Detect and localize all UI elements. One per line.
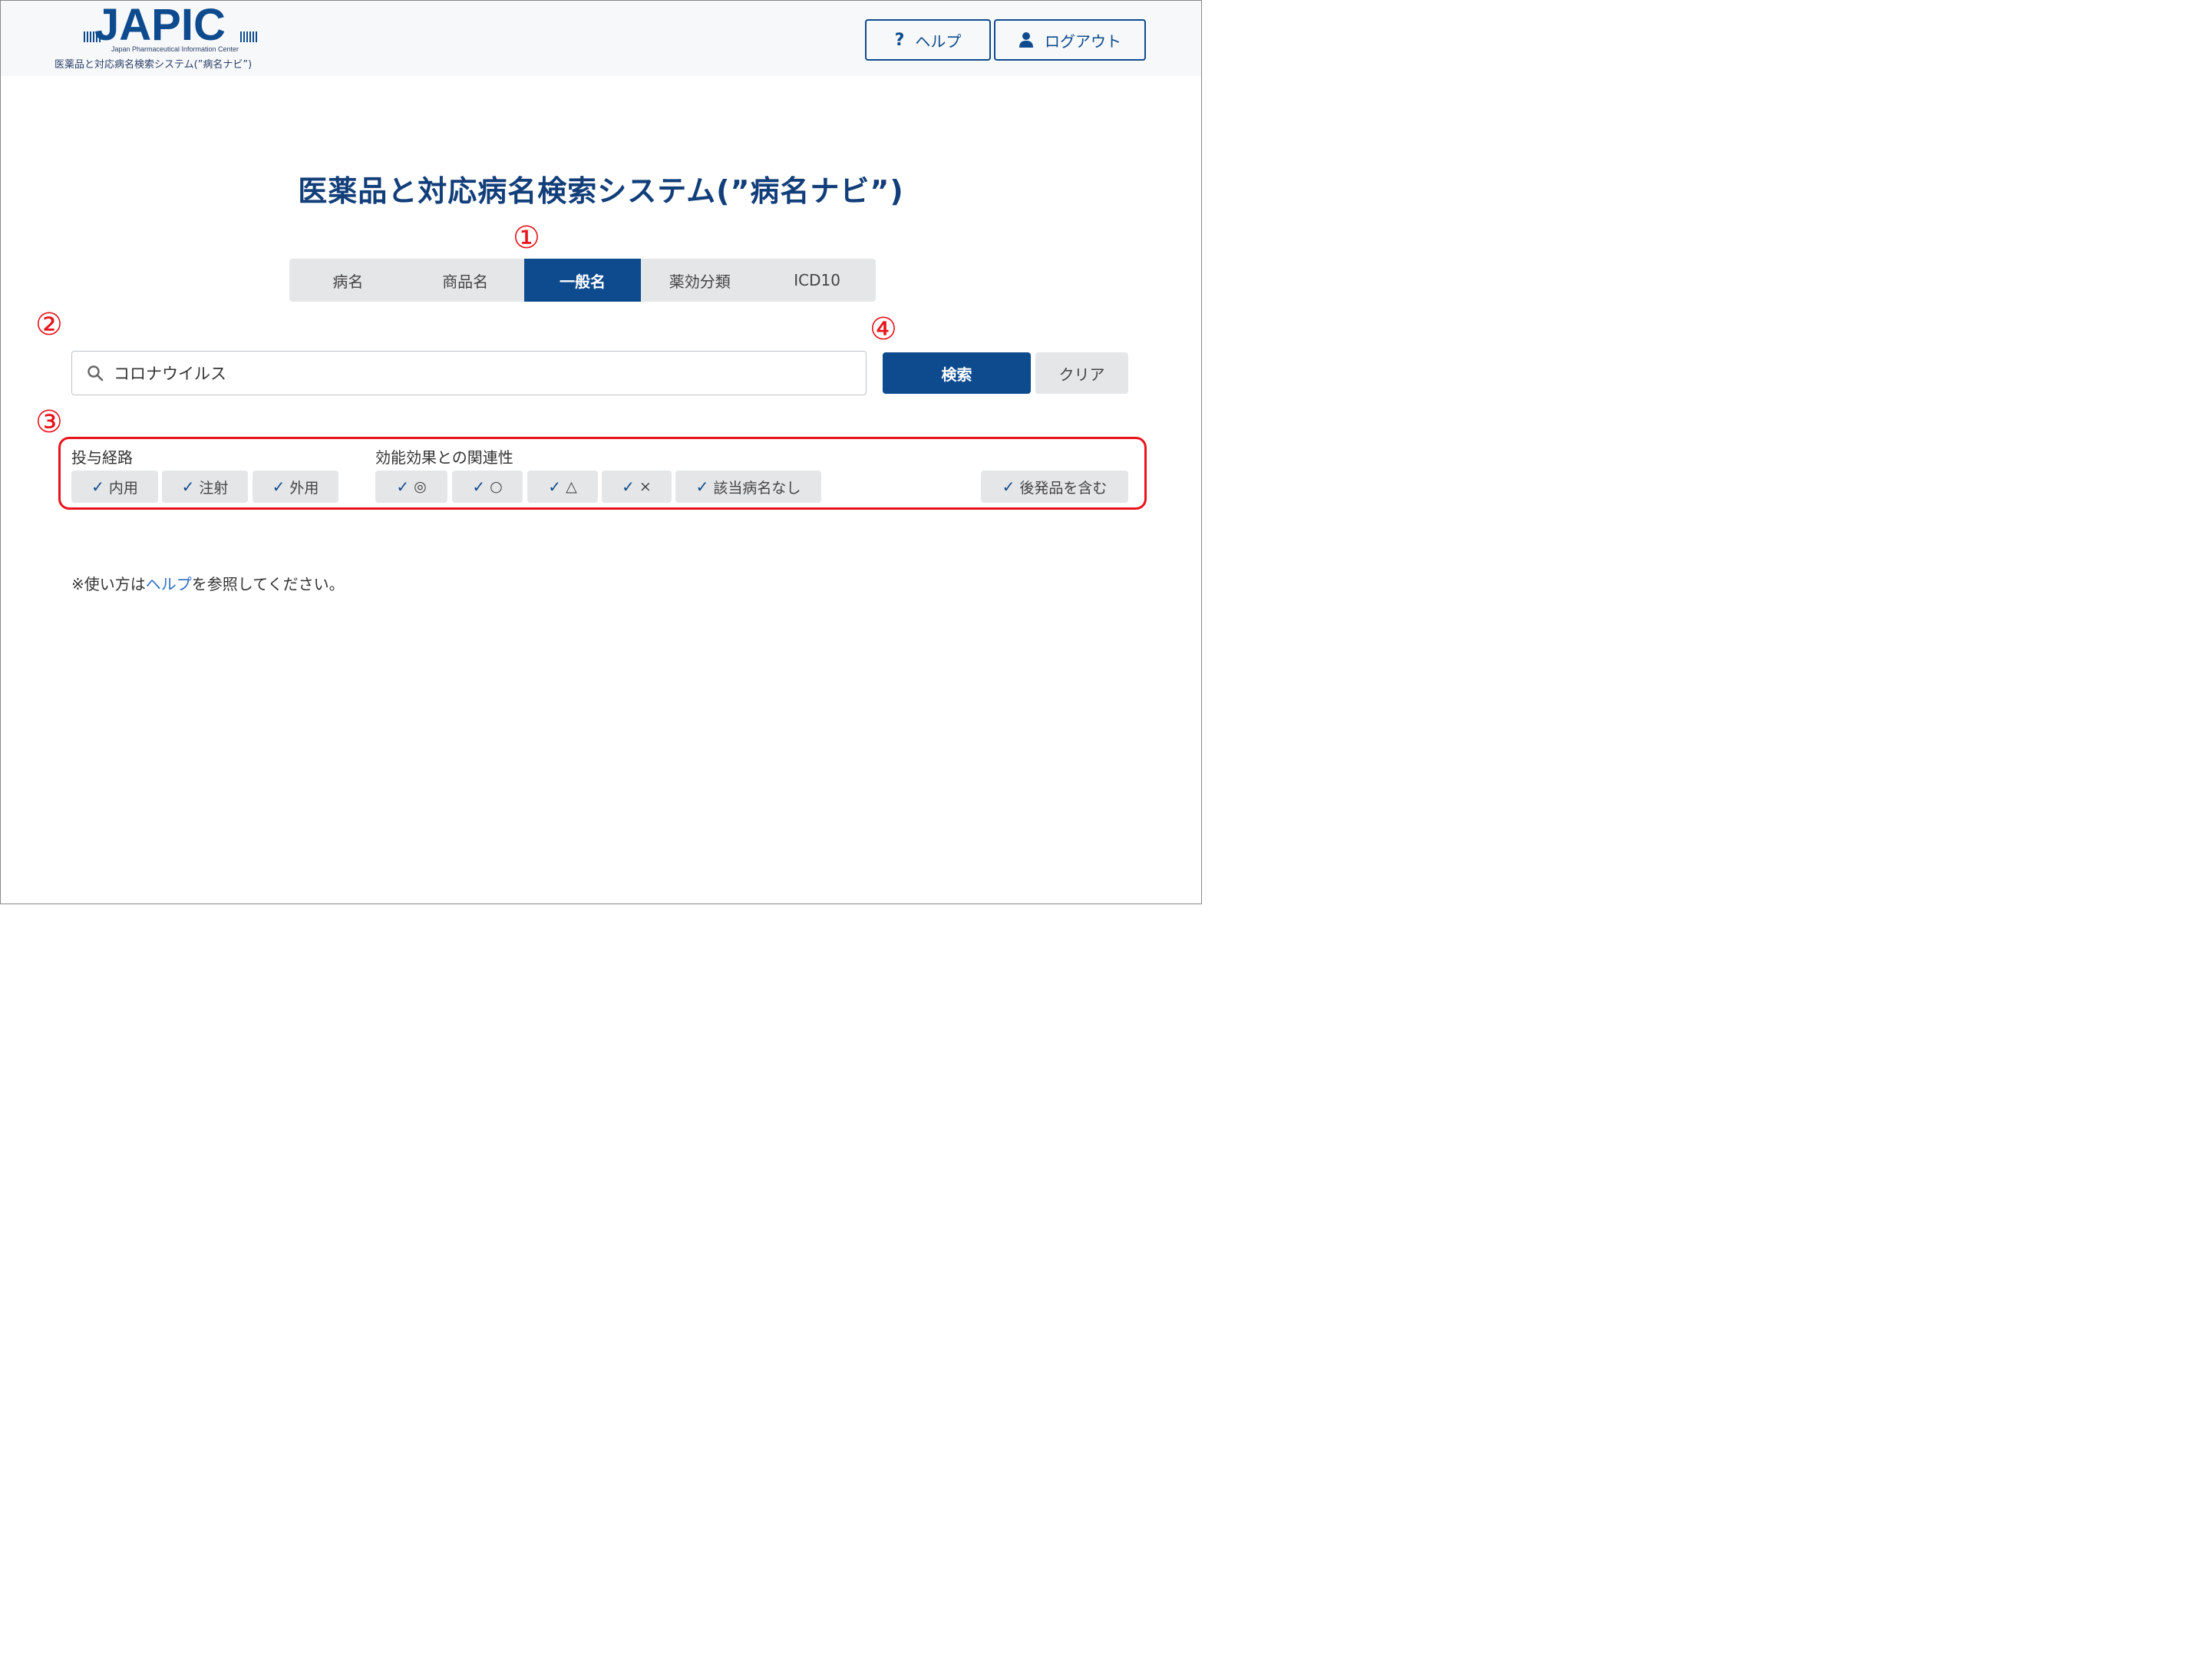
- question-icon: ?: [894, 30, 905, 50]
- japic-logo[interactable]: JAPIC: [84, 0, 259, 50]
- tab-drug-category[interactable]: 薬効分類: [641, 259, 758, 302]
- check-icon: ✓: [622, 477, 635, 496]
- usage-note-suffix: を参照してください。: [191, 575, 345, 593]
- filter-chip-label: 注射: [199, 479, 229, 497]
- clear-button[interactable]: クリア: [1035, 352, 1128, 394]
- filter-chip-no-disease[interactable]: ✓ 該当病名なし: [675, 471, 821, 503]
- filter-chip-label: 外用: [289, 479, 319, 497]
- filter-chip-label: 後発品を含む: [1019, 479, 1108, 497]
- annotation-marker-2: ②: [35, 307, 63, 342]
- filter-chip-injection[interactable]: ✓ 注射: [162, 471, 248, 503]
- logout-button-label: ログアウト: [1045, 31, 1121, 51]
- user-icon: [1019, 31, 1034, 48]
- check-icon: ✓: [1002, 477, 1015, 496]
- check-icon: ✓: [272, 477, 286, 496]
- filter-chip-label: ○: [490, 478, 503, 495]
- search-button[interactable]: 検索: [883, 352, 1031, 394]
- annotation-marker-3: ③: [35, 405, 63, 440]
- search-field[interactable]: [71, 351, 867, 395]
- search-type-tabs: 病名 商品名 一般名 薬効分類 ICD10: [289, 259, 876, 302]
- logo-system-name: 医薬品と対応病名検索システム(”病名ナビ”): [54, 59, 253, 71]
- logo-stripes-right: [240, 31, 257, 42]
- search-icon: [87, 365, 104, 382]
- tab-icd10[interactable]: ICD10: [758, 259, 876, 302]
- annotation-marker-1: ①: [513, 220, 540, 256]
- help-button-label: ヘルプ: [915, 31, 962, 51]
- logout-button[interactable]: ログアウト: [994, 19, 1146, 61]
- help-button[interactable]: ? ヘルプ: [865, 19, 991, 61]
- check-icon: ✓: [396, 477, 410, 496]
- filter-chip-label: 該当病名なし: [713, 479, 801, 497]
- filter-chip-double-circle[interactable]: ✓ ◎: [375, 471, 447, 503]
- check-icon: ✓: [548, 477, 562, 496]
- filter-chip-cross[interactable]: ✓ ×: [602, 471, 672, 503]
- logo-wordmark: JAPIC: [94, 0, 226, 50]
- check-icon: ✓: [91, 477, 104, 496]
- filter-chip-label: △: [566, 478, 577, 495]
- filter-chip-include-generics[interactable]: ✓ 後発品を含む: [981, 471, 1128, 503]
- annotation-marker-4: ④: [870, 312, 897, 347]
- relevance-filter-label: 効能効果との関連性: [375, 448, 513, 467]
- tab-product-name[interactable]: 商品名: [407, 259, 524, 302]
- logo-subtitle: Japan Pharmaceutical Information Center: [111, 45, 239, 53]
- usage-note: ※使い方はヘルプを参照してください。: [71, 572, 345, 594]
- check-icon: ✓: [472, 477, 486, 496]
- filter-chip-label: 内用: [108, 479, 138, 497]
- route-filter-label: 投与経路: [71, 448, 133, 467]
- header: JAPIC Japan Pharmaceutical Information C…: [1, 1, 1201, 76]
- search-input[interactable]: [112, 363, 852, 383]
- help-link[interactable]: ヘルプ: [146, 575, 192, 593]
- filter-chip-circle[interactable]: ✓ ○: [452, 471, 523, 503]
- usage-note-prefix: ※使い方は: [71, 575, 146, 593]
- filter-chip-label: ×: [639, 478, 652, 495]
- check-icon: ✓: [695, 477, 709, 496]
- tab-generic-name[interactable]: 一般名: [523, 259, 642, 302]
- filter-chip-external[interactable]: ✓ 外用: [253, 471, 338, 503]
- page-title: 医薬品と対応病名検索システム(”病名ナビ”): [298, 174, 904, 208]
- tab-disease-name[interactable]: 病名: [289, 259, 407, 302]
- filter-chip-oral[interactable]: ✓ 内用: [71, 471, 158, 503]
- filter-chip-label: ◎: [414, 478, 427, 495]
- check-icon: ✓: [181, 477, 195, 496]
- filter-chip-triangle[interactable]: ✓ △: [527, 471, 598, 503]
